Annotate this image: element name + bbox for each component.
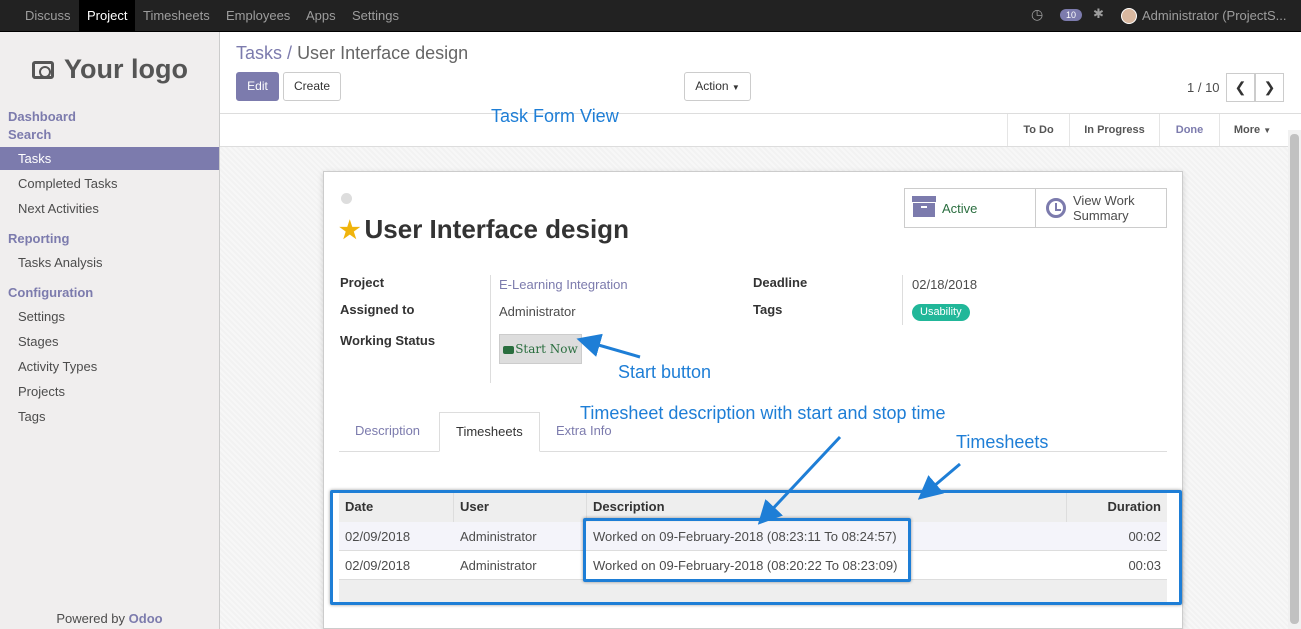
arrow-start-button	[576, 333, 641, 359]
arrow-timesheets	[917, 462, 961, 500]
annotation-arrows	[576, 333, 961, 525]
arrow-description	[757, 435, 842, 525]
